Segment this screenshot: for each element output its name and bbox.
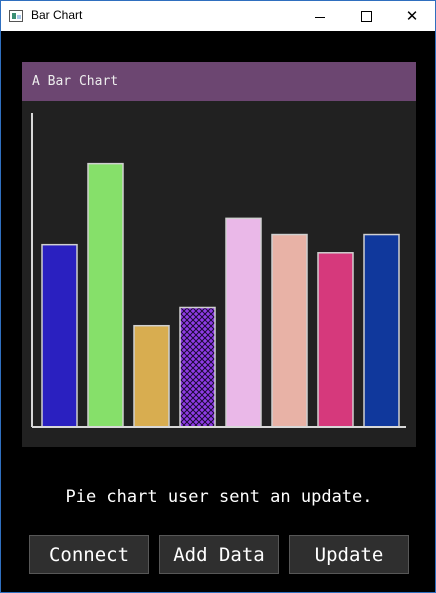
bar-3 xyxy=(133,324,170,428)
bar-4 xyxy=(179,306,216,428)
minimize-button[interactable] xyxy=(297,1,343,31)
bar-8 xyxy=(363,233,400,428)
bar-1 xyxy=(41,243,78,428)
bar-2 xyxy=(87,162,124,428)
connect-button[interactable]: Connect xyxy=(29,535,149,574)
status-message: Pie chart user sent an update. xyxy=(65,487,373,507)
add-data-button[interactable]: Add Data xyxy=(159,535,279,574)
bar-5 xyxy=(225,217,262,428)
maximize-button[interactable] xyxy=(343,1,389,31)
app-window: Bar Chart ✕ A Bar Chart Pie chart user s… xyxy=(0,0,436,593)
update-button[interactable]: Update xyxy=(289,535,409,574)
bar-7 xyxy=(317,252,354,428)
bar-6 xyxy=(271,233,308,428)
app-icon xyxy=(9,10,23,22)
close-icon: ✕ xyxy=(405,7,419,25)
minimize-icon xyxy=(315,16,325,18)
chart-header: A Bar Chart xyxy=(22,62,416,101)
close-button[interactable]: ✕ xyxy=(389,1,435,31)
bar-chart-panel: A Bar Chart xyxy=(22,62,416,447)
bar-chart xyxy=(31,113,406,428)
maximize-icon xyxy=(360,10,372,22)
window-title: Bar Chart xyxy=(31,8,83,22)
chart-title: A Bar Chart xyxy=(32,74,119,89)
title-bar: Bar Chart ✕ xyxy=(1,1,435,31)
